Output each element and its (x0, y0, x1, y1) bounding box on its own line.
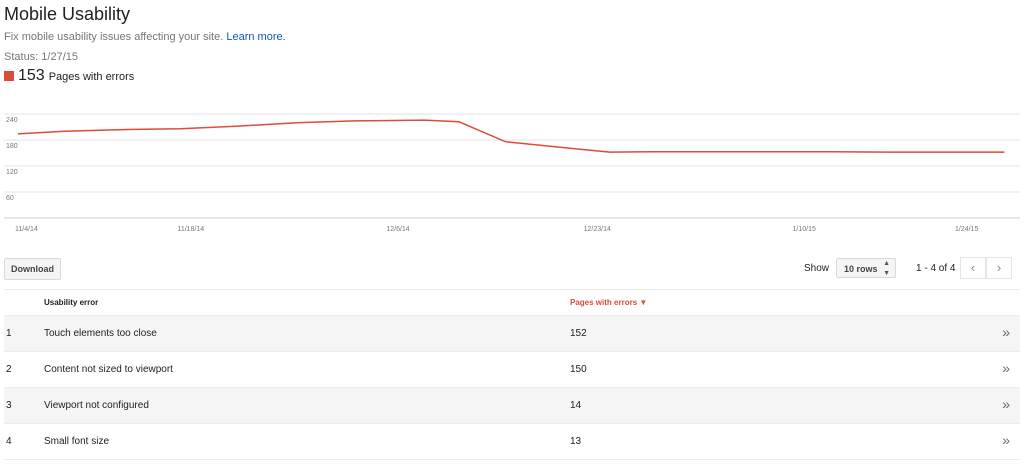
table-row[interactable]: 1 Touch elements too close 152 » (4, 316, 1020, 352)
table-body: 1 Touch elements too close 152 » 2 Conte… (4, 316, 1020, 460)
row-index: 1 (6, 328, 12, 339)
y-tick-label: 120 (6, 169, 18, 176)
metric-value: 153 (18, 67, 45, 84)
metric-label: Pages with errors (48, 71, 135, 83)
x-tick-label: 11/4/14 (15, 226, 38, 233)
column-header-pages-label: Pages with errors (570, 298, 638, 307)
error-count: 150 (570, 364, 587, 375)
previous-page-button[interactable]: ‹ (960, 257, 986, 279)
y-tick-label: 60 (6, 195, 14, 202)
error-name: Small font size (44, 436, 110, 447)
error-count: 14 (570, 400, 582, 411)
table-header: Usability error Pages with errors ▼ (4, 289, 1020, 316)
row-index: 2 (6, 364, 12, 375)
error-count: 13 (570, 436, 582, 447)
rows-per-page-select[interactable]: 10 rows ▲ ▼ (836, 258, 896, 278)
errors-line-chart: 240 180 120 60 11/4/14 11/18/14 12/6/14 12/23/1… (4, 113, 1020, 233)
learn-more-link[interactable]: Learn more. (226, 31, 285, 43)
y-tick-label: 240 (6, 117, 18, 124)
y-tick-label: 180 (6, 143, 18, 150)
row-index: 4 (6, 436, 12, 447)
page-subtitle: Fix mobile usability issues affecting yo… (4, 31, 286, 43)
download-button[interactable]: Download (4, 258, 61, 280)
status-date: Status: 1/27/15 (4, 51, 78, 63)
metric-summary[interactable]: 153 Pages with errors (4, 67, 134, 85)
rows-select-value: 10 rows (844, 264, 878, 274)
error-name: Touch elements too close (44, 328, 157, 339)
pagination-text: 1 - 4 of 4 (916, 263, 956, 274)
show-label: Show (804, 263, 830, 274)
error-count: 152 (570, 328, 587, 339)
table-row[interactable]: 4 Small font size 13 » (4, 424, 1020, 460)
x-tick-label: 1/24/15 (955, 226, 978, 233)
row-details-icon[interactable]: » (1002, 432, 1010, 448)
table-row[interactable]: 2 Content not sized to viewport 150 » (4, 352, 1020, 388)
series-color-swatch (4, 71, 14, 81)
column-header-usability-error[interactable]: Usability error (44, 298, 98, 307)
subtitle-text: Fix mobile usability issues affecting yo… (4, 31, 224, 43)
error-name: Viewport not configured (44, 400, 149, 411)
column-header-pages-with-errors[interactable]: Pages with errors ▼ (570, 298, 647, 307)
table-row[interactable]: 3 Viewport not configured 14 » (4, 388, 1020, 424)
row-index: 3 (6, 400, 12, 411)
x-tick-label: 1/10/15 (793, 226, 816, 233)
row-details-icon[interactable]: » (1002, 360, 1010, 376)
series-line (17, 119, 1005, 153)
error-name: Content not sized to viewport (44, 364, 173, 375)
next-page-button[interactable]: › (986, 257, 1012, 279)
chevron-right-icon: › (996, 260, 1002, 275)
sort-descending-icon: ▼ (639, 298, 648, 307)
x-tick-label: 12/23/14 (584, 226, 611, 233)
usability-errors-table: Usability error Pages with errors ▼ 1 To… (4, 289, 1020, 460)
x-tick-label: 12/6/14 (386, 226, 409, 233)
row-details-icon[interactable]: » (1002, 396, 1010, 412)
chevron-left-icon: ‹ (970, 260, 976, 275)
x-tick-label: 11/18/14 (177, 226, 204, 233)
row-details-icon[interactable]: » (1002, 324, 1010, 340)
select-arrows-icon: ▲ ▼ (883, 260, 890, 277)
page-title: Mobile Usability (4, 4, 131, 24)
